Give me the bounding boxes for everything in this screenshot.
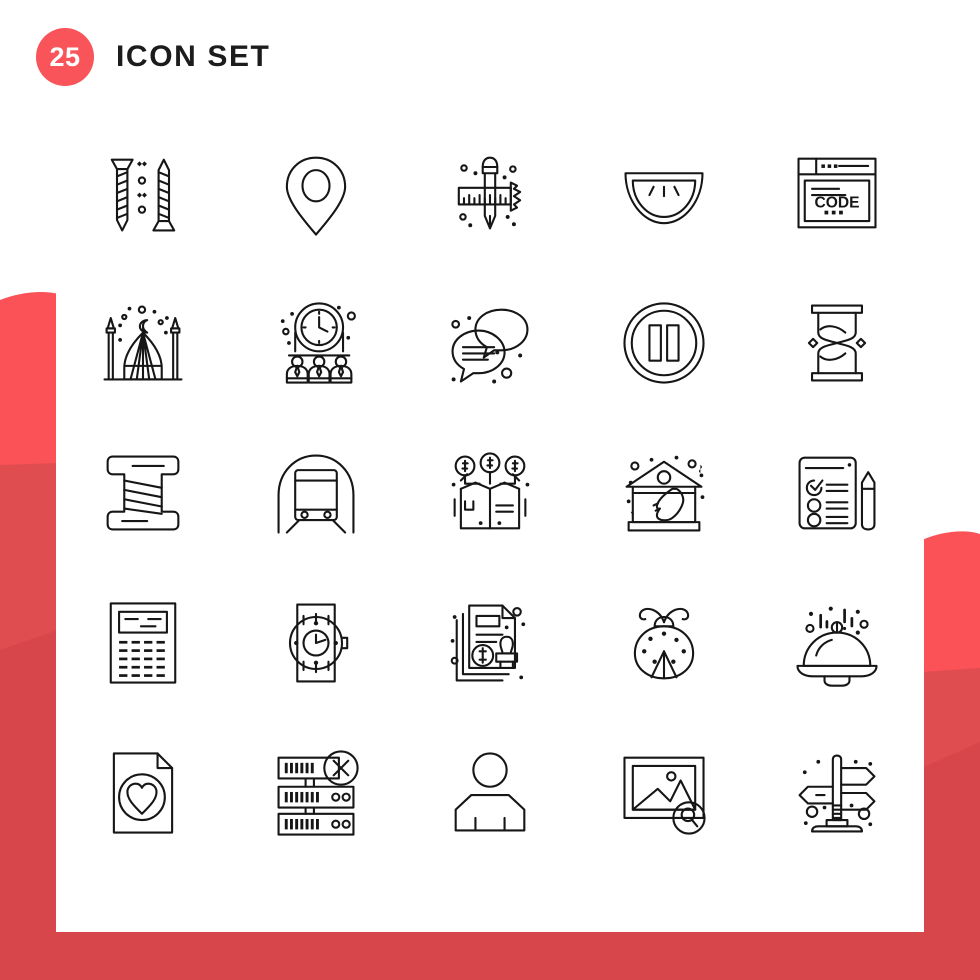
icon-cell-invoice-stamp[interactable] [403, 568, 577, 718]
team-meeting-time-icon [281, 291, 368, 395]
icon-cell-food-cloche[interactable] [750, 568, 924, 718]
mosque-icon [91, 291, 195, 395]
icon-cell-location-pin[interactable] [230, 118, 404, 268]
icon-cell-thread-spool[interactable] [56, 418, 230, 568]
right-shape-mid [922, 668, 980, 980]
poster-header: 25 ICON SET [36, 28, 270, 86]
pause-button-icon [612, 291, 716, 395]
server-delete-icon [264, 741, 368, 845]
icon-cell-user-avatar[interactable] [403, 718, 577, 868]
left-shape-mid [0, 463, 58, 980]
watermelon-slice-icon [612, 141, 716, 245]
icon-count-badge: 25 [36, 28, 94, 86]
icon-cell-calculator[interactable] [56, 568, 230, 718]
icon-cell-screws-nails[interactable] [56, 118, 230, 268]
bottom-red-band [0, 928, 980, 980]
thread-spool-icon [91, 441, 195, 545]
icon-set-poster: 25 ICON SET CODE [0, 0, 980, 980]
icon-cell-museum-sculpture[interactable] [577, 418, 751, 568]
icon-cell-drawing-tools[interactable] [403, 118, 577, 268]
icon-cell-hourglass[interactable] [750, 268, 924, 418]
icon-cell-mosque[interactable] [56, 268, 230, 418]
subway-train-icon [264, 441, 368, 545]
invoice-stamp-icon [438, 591, 526, 695]
icon-cell-checklist-pencil[interactable] [750, 418, 924, 568]
code-label: CODE [815, 195, 860, 212]
crowdfunding-box-icon [451, 441, 530, 545]
code-browser-icon: CODE [785, 141, 889, 245]
calculator-icon [91, 591, 195, 695]
icon-cell-team-meeting-time[interactable] [230, 268, 404, 418]
left-shape-deep [0, 630, 58, 980]
icon-cell-ladybug[interactable] [577, 568, 751, 718]
food-cloche-icon [785, 606, 889, 695]
icon-cell-favorite-file[interactable] [56, 718, 230, 868]
icon-cell-server-delete[interactable] [230, 718, 404, 868]
favorite-file-icon [91, 741, 195, 845]
icon-cell-code-browser[interactable]: CODE [750, 118, 924, 268]
icon-cell-chat-bubbles[interactable] [403, 268, 577, 418]
icon-cell-signpost[interactable] [750, 718, 924, 868]
ladybug-icon [612, 591, 716, 695]
icon-cell-image-search[interactable] [577, 718, 751, 868]
page-title: ICON SET [116, 40, 271, 73]
icon-cell-watermelon-slice[interactable] [577, 118, 751, 268]
drawing-tools-icon [438, 141, 542, 245]
icon-cell-wristwatch[interactable] [230, 568, 404, 718]
image-search-icon [612, 741, 716, 845]
museum-sculpture-icon [612, 455, 704, 545]
right-shape-bright [922, 531, 980, 980]
icon-cell-subway-train[interactable] [230, 418, 404, 568]
hourglass-icon [785, 291, 889, 395]
checklist-pencil-icon [785, 441, 889, 545]
user-avatar-icon [438, 741, 542, 845]
signpost-icon [785, 741, 889, 845]
location-pin-icon [264, 141, 368, 245]
screws-nails-icon [91, 141, 195, 245]
right-shape-deep [922, 742, 980, 980]
icon-cell-crowdfunding-box[interactable] [403, 418, 577, 568]
icon-grid: CODE [56, 118, 924, 868]
icon-cell-pause-button[interactable] [577, 268, 751, 418]
wristwatch-icon [264, 591, 368, 695]
left-shape-bright [0, 292, 58, 980]
chat-bubbles-icon [438, 291, 542, 384]
